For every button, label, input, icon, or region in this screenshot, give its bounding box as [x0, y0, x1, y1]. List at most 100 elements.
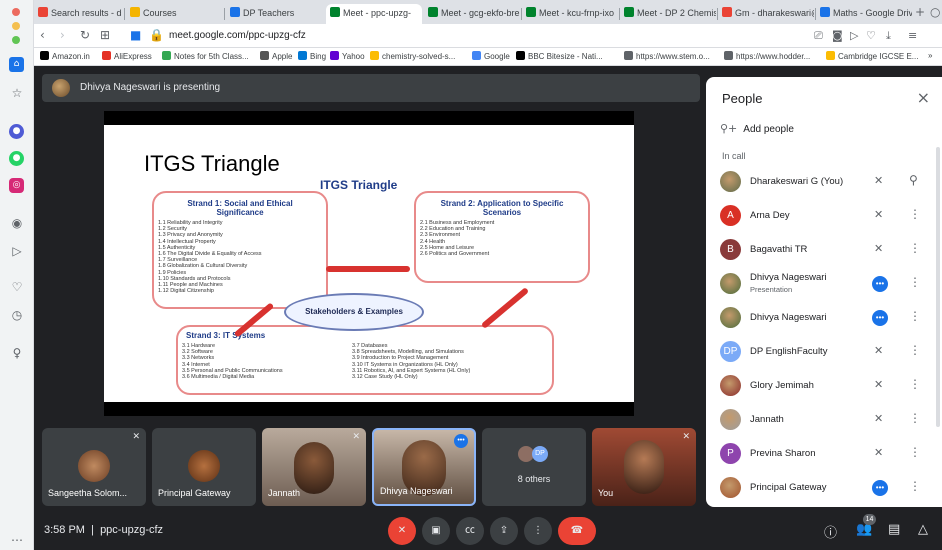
close-icon[interactable]: × — [917, 88, 930, 107]
bookmark-hodder[interactable]: https://www.hodder... — [724, 51, 810, 61]
player-icon[interactable]: ◉ — [8, 214, 26, 232]
home-icon[interactable]: ⌂ — [9, 57, 24, 72]
bookmark-chemistry[interactable]: chemistry-solved-s... — [370, 51, 455, 61]
speed-dial-icon[interactable]: ☆ — [8, 84, 26, 102]
mic-off-icon[interactable]: ✕ — [874, 378, 883, 391]
mic-off-icon[interactable]: ✕ — [874, 174, 883, 187]
mic-off-icon[interactable]: ✕ — [874, 242, 883, 255]
url-field[interactable]: meet.google.com/ppc-upzg-cfz — [169, 30, 306, 41]
bookmark-bbc[interactable]: BBC Bitesize - Nati... — [516, 51, 603, 61]
gmail-icon — [722, 7, 732, 17]
tab-drive[interactable]: Maths - Google Drive — [816, 4, 912, 24]
end-call-button[interactable]: ☎ — [558, 517, 596, 545]
send-icon[interactable]: ▷ — [8, 242, 26, 260]
heart-icon[interactable]: ♡ — [866, 29, 876, 42]
add-people-button[interactable]: ⚲+ Add people — [720, 122, 794, 135]
flow-icon[interactable]: ▷ — [850, 29, 858, 42]
bookmark-amazon[interactable]: Amazon.in — [40, 51, 90, 61]
participant-subtitle: Presentation — [750, 285, 793, 294]
participant-tile[interactable]: Principal Gateway — [152, 428, 256, 506]
history-icon[interactable]: ◷ — [8, 306, 26, 324]
more-options-icon[interactable]: ⋮ — [909, 411, 921, 425]
participant-tile[interactable]: ✕ Jannath — [262, 428, 366, 506]
more-options-icon[interactable]: ⋮ — [909, 309, 921, 323]
back-icon[interactable]: ‹ — [40, 28, 45, 42]
more-options-button[interactable]: ⋮ — [524, 517, 552, 545]
mic-off-icon[interactable]: ✕ — [874, 208, 883, 221]
heart-icon[interactable]: ♡ — [8, 278, 26, 296]
bookmark-aliexpress[interactable]: AliExpress — [102, 51, 152, 61]
tab-meet-2[interactable]: Meet - gcg-ekfo-bre — [424, 4, 520, 24]
bookmark-bing[interactable]: Bing — [298, 51, 326, 61]
participant-row[interactable]: DP DP EnglishFaculty ✕ ⋮ — [706, 335, 942, 369]
participant-row[interactable]: A Arna Dey ✕ ⋮ — [706, 199, 942, 233]
participant-row[interactable]: Dharakeswari G (You) ✕ ⚲ — [706, 165, 942, 199]
arrow-strand2-strand3 — [480, 287, 530, 329]
more-options-icon[interactable]: ⋮ — [909, 343, 921, 357]
more-icon[interactable]: … — [8, 528, 26, 546]
camera-icon[interactable]: ◙ — [832, 29, 843, 42]
tabs-grid-icon[interactable]: ⊞ — [100, 28, 110, 42]
others-tile[interactable]: DP 8 others — [482, 428, 586, 506]
more-options-icon[interactable]: ⋮ — [909, 241, 921, 255]
participant-row[interactable]: Glory Jemimah ✕ ⋮ — [706, 369, 942, 403]
participant-row[interactable]: P Previna Sharon ✕ ⋮ — [706, 437, 942, 471]
participant-tile[interactable]: ✕ Sangeetha Solom... — [42, 428, 146, 506]
meet-icon — [526, 7, 536, 17]
menu-icon[interactable]: ≡ — [908, 29, 917, 42]
forward-icon[interactable]: › — [60, 28, 65, 42]
tab-dp-teachers[interactable]: DP Teachers — [226, 4, 322, 24]
tab-gmail[interactable]: Gm - dharakeswari@ — [718, 4, 814, 24]
tab-courses[interactable]: Courses — [126, 4, 222, 24]
more-options-icon[interactable]: ⋮ — [909, 275, 921, 289]
camera-toggle-button[interactable]: ▣ — [422, 517, 450, 545]
screenshot-icon[interactable]: ⎚ — [814, 29, 823, 43]
participant-row[interactable]: Principal Gateway ••• ⋮ — [706, 471, 942, 505]
pin-icon[interactable]: ⚲ — [909, 173, 918, 187]
bookmark-stem[interactable]: https://www.stem.o... — [624, 51, 710, 61]
more-options-icon[interactable]: ⋮ — [909, 377, 921, 391]
lightbulb-icon[interactable]: ♀ — [8, 344, 26, 362]
chat-icon[interactable]: ▤ — [888, 522, 900, 537]
captions-button[interactable]: ㏄ — [456, 517, 484, 545]
mic-toggle-button[interactable]: ✕ — [388, 517, 416, 545]
present-button[interactable]: ⇪ — [490, 517, 518, 545]
bookmark-notes[interactable]: Notes for 5th Class... — [162, 51, 249, 61]
maximize-window-dot[interactable] — [12, 36, 20, 44]
camera-indicator-icon[interactable]: ■ — [130, 28, 141, 42]
tab-meet-active[interactable]: Meet - ppc-upzg- — [326, 4, 422, 24]
activities-icon[interactable]: △ — [918, 522, 928, 537]
participant-tile-speaking[interactable]: ••• Dhivya Nageswari — [372, 428, 476, 506]
tab-meet-4[interactable]: Meet - DP 2 Chemistr — [620, 4, 716, 24]
mic-off-icon[interactable]: ✕ — [874, 344, 883, 357]
tab-meet-3[interactable]: Meet - kcu-frnp-ixo — [522, 4, 618, 24]
mic-off-icon[interactable]: ✕ — [874, 412, 883, 425]
messenger-icon[interactable]: ● — [9, 124, 24, 139]
instagram-icon[interactable]: ◎ — [9, 178, 24, 193]
whatsapp-icon[interactable]: ● — [9, 151, 24, 166]
participant-row[interactable]: Dhivya Nageswari Presentation ••• ⋮ — [706, 267, 942, 301]
bookmark-cambridge[interactable]: Cambridge IGCSE E... — [826, 51, 918, 61]
minimize-window-dot[interactable] — [12, 22, 20, 30]
strand-3-item: 3.12 Case Study (HL Only) — [352, 374, 418, 381]
mic-off-icon[interactable]: ✕ — [874, 446, 883, 459]
participant-row[interactable]: B Bagavathi TR ✕ ⋮ — [706, 233, 942, 267]
bookmark-google[interactable]: Google — [472, 51, 510, 61]
more-options-icon[interactable]: ⋮ — [909, 479, 921, 493]
self-tile[interactable]: ✕ You — [592, 428, 696, 506]
bookmark-apple[interactable]: Apple — [260, 51, 292, 61]
more-options-icon[interactable]: ⋮ — [909, 445, 921, 459]
participant-row[interactable]: Jannath ✕ ⋮ — [706, 403, 942, 437]
tab-search-results[interactable]: Search results - dhar — [34, 4, 122, 24]
search-tabs-icon[interactable]: ○ — [930, 5, 940, 19]
meeting-details-icon[interactable]: ⓘ — [824, 522, 837, 541]
close-window-dot[interactable] — [12, 8, 20, 16]
more-options-icon[interactable]: ⋮ — [909, 207, 921, 221]
participant-row[interactable]: Dhivya Nageswari ••• ⋮ — [706, 301, 942, 335]
tab-label: Meet - gcg-ekfo-bre — [441, 8, 520, 18]
reload-icon[interactable]: ↻ — [80, 28, 90, 42]
bookmarks-overflow-icon[interactable]: » — [928, 51, 932, 60]
download-icon[interactable]: ⤓ — [886, 29, 891, 43]
new-tab-icon[interactable]: + — [915, 5, 925, 19]
bookmark-yahoo[interactable]: Yahoo — [330, 51, 365, 61]
